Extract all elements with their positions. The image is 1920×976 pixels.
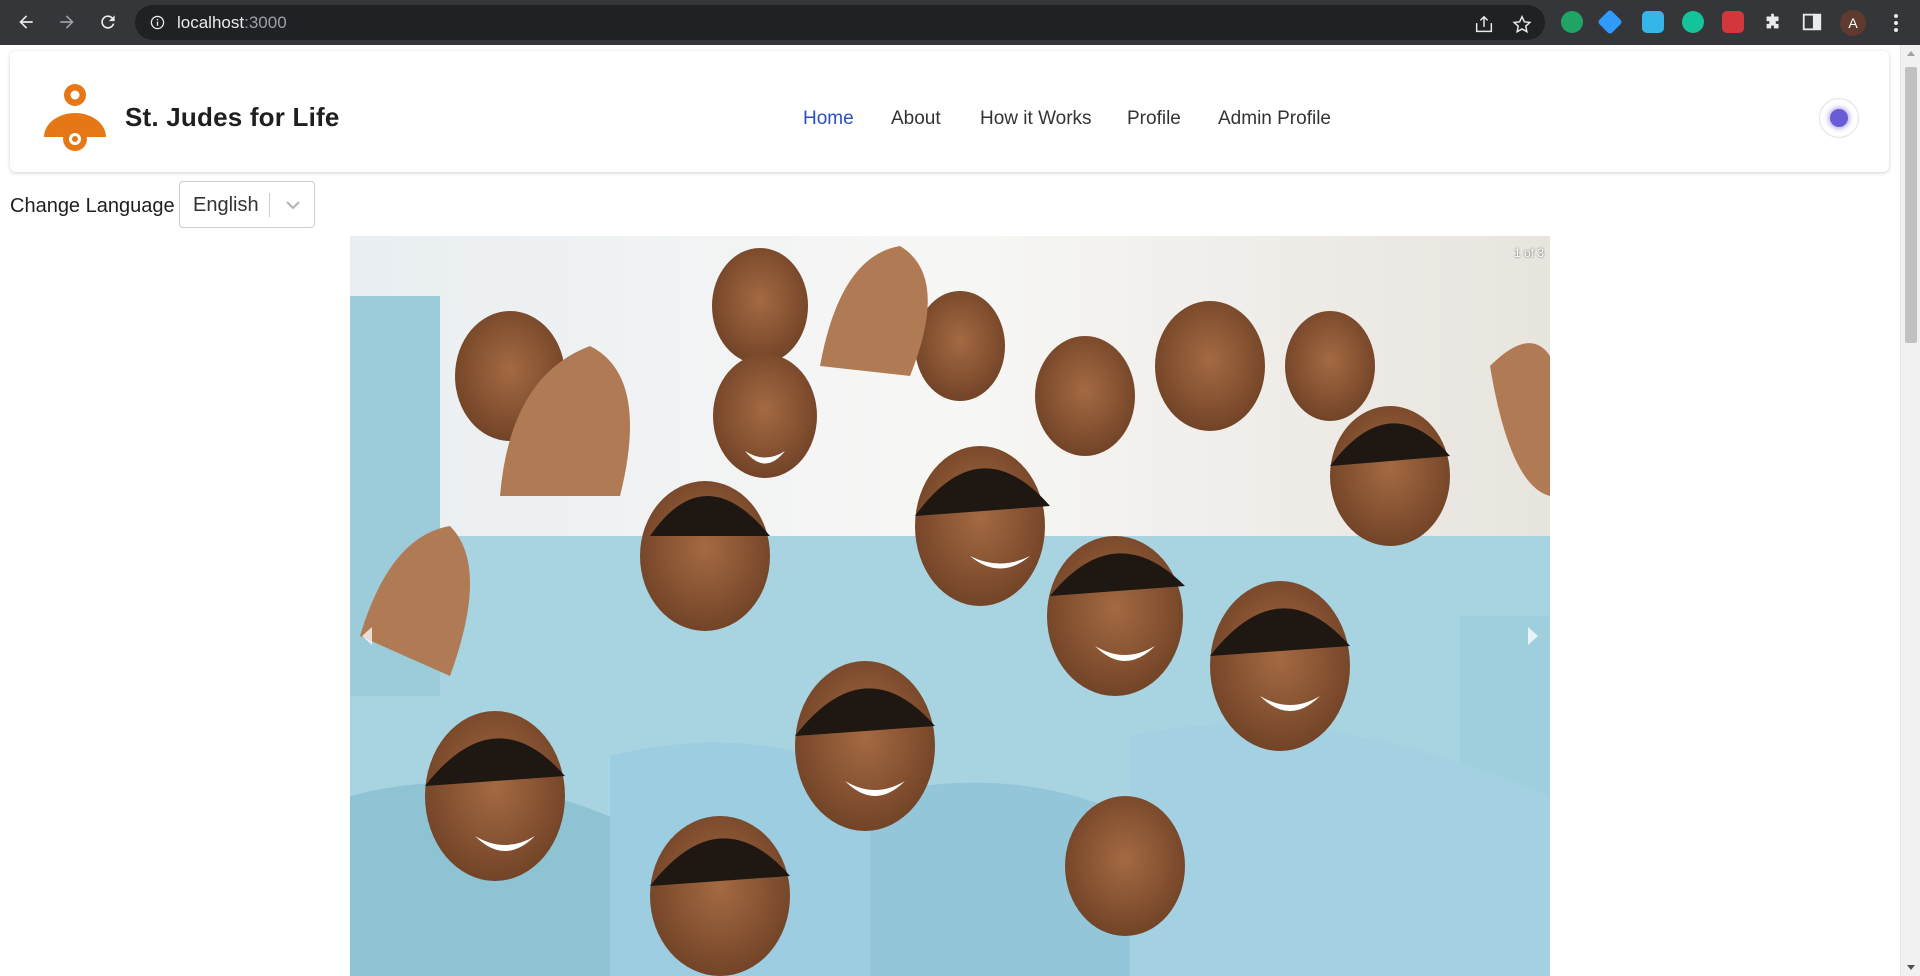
nav-link-home[interactable]: Home [803,108,854,130]
scrollbar-thumb[interactable] [1905,67,1917,343]
page-scrollbar[interactable] [1900,45,1920,976]
pen-extension-icon[interactable] [1642,11,1664,33]
carousel-next-button[interactable] [1522,621,1544,651]
back-icon[interactable] [14,10,38,34]
url-host: localhost [177,13,245,32]
site-info-icon[interactable] [150,15,165,30]
puzzle-red-extension-icon[interactable] [1722,11,1744,33]
carousel-counter: 1 of 3 [1513,246,1544,260]
nav-link-about[interactable]: About [891,108,941,130]
scroll-down-icon[interactable] [1907,965,1915,970]
carousel-photo [350,236,1550,976]
address-bar[interactable]: localhost:3000 [135,5,1545,40]
theme-toggle-button[interactable] [1819,98,1859,138]
profile-avatar[interactable]: A [1840,10,1866,36]
more-menu-icon[interactable] [1886,12,1906,34]
side-panel-icon[interactable] [1801,11,1823,33]
grammarly-icon[interactable] [1682,11,1704,33]
arrow-left-icon [362,627,372,645]
bookmark-star-icon[interactable] [1511,14,1533,36]
nav-link-profile[interactable]: Profile [1127,108,1181,130]
image-carousel[interactable]: 1 of 3 [350,236,1550,976]
extensions-puzzle-icon[interactable] [1762,11,1784,33]
change-language-label: Change Language [10,195,175,217]
gem-extension-icon[interactable] [1597,9,1623,35]
language-select-value: English [193,194,259,216]
nav-link-how-it-works[interactable]: How it Works [980,108,1092,130]
share-icon[interactable] [1473,14,1495,36]
nav-link-admin-profile[interactable]: Admin Profile [1218,108,1331,130]
browser-toolbar: localhost:3000 A [0,0,1920,45]
arrow-right-icon [1528,627,1538,645]
url-port: :3000 [244,13,287,32]
carousel-prev-button[interactable] [356,621,378,651]
page-viewport: St. Judes for Life Home About How it Wor… [0,45,1900,976]
theme-indicator-icon [1830,109,1848,127]
site-navbar: St. Judes for Life Home About How it Wor… [10,51,1889,172]
forward-icon[interactable] [55,10,79,34]
language-select[interactable]: English [179,181,315,228]
chat-extension-icon[interactable] [1561,11,1583,33]
select-divider [269,193,270,217]
chevron-down-icon[interactable] [284,196,302,214]
main-nav: Home About How it Works Profile Admin Pr… [10,108,1889,138]
scroll-up-icon[interactable] [1907,51,1915,56]
url-text: localhost:3000 [177,13,287,33]
reload-icon[interactable] [96,10,120,34]
